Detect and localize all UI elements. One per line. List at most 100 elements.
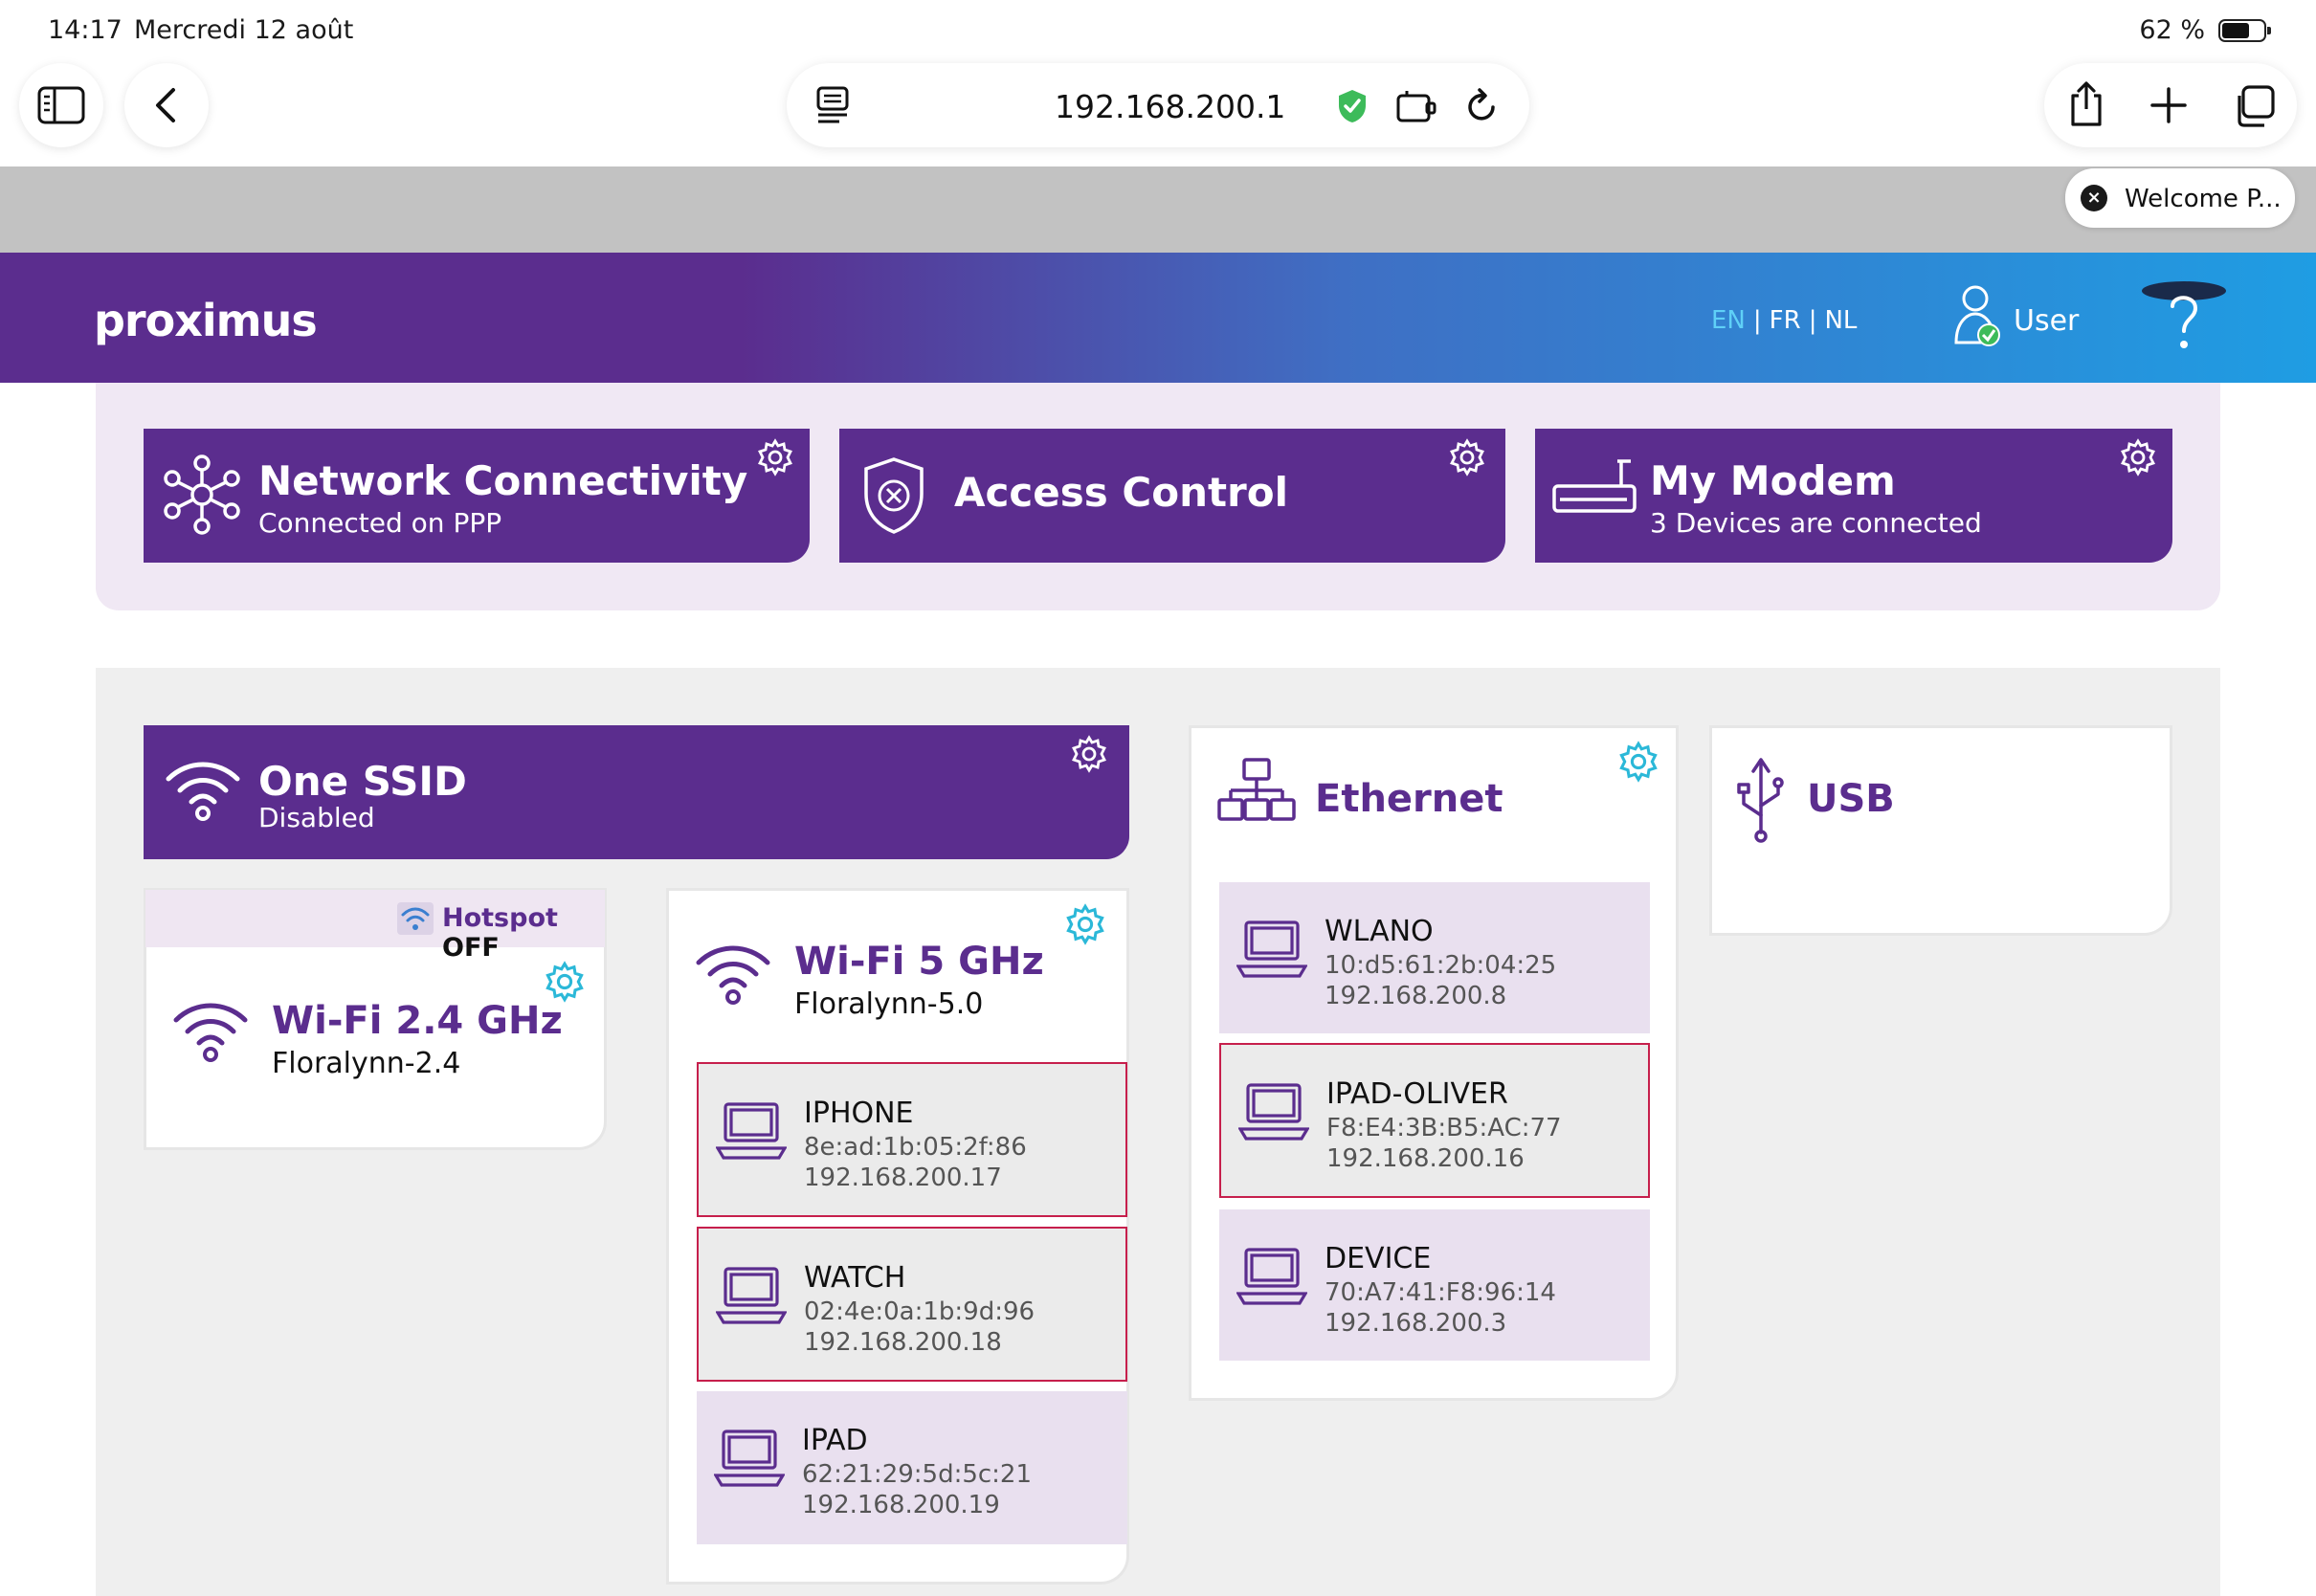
device-mac: 70:A7:41:F8:96:14 <box>1325 1278 1556 1307</box>
back-button[interactable] <box>124 63 209 147</box>
url-text: 192.168.200.1 <box>1055 88 1286 125</box>
device-name: IPHONE <box>804 1097 914 1130</box>
lang-en-link[interactable]: EN <box>1711 306 1746 335</box>
ethernet-title: Ethernet <box>1315 777 1503 821</box>
site-header: proximus EN | FR | NL User <box>0 253 2316 383</box>
device-mac: F8:E4:3B:B5:AC:77 <box>1326 1114 1562 1142</box>
wifi-24-ssid: Floralynn-2.4 <box>272 1047 461 1080</box>
modem-icon <box>1552 459 1637 513</box>
laptop-icon <box>714 1430 785 1487</box>
wifi5-settings-gear-icon[interactable] <box>1064 903 1106 945</box>
device-ip: 192.168.200.3 <box>1325 1309 1507 1338</box>
one-ssid-title: One SSID <box>258 758 467 805</box>
network-settings-gear-icon[interactable] <box>756 438 794 477</box>
battery-icon <box>2218 19 2271 42</box>
browser-tab[interactable]: × Welcome P... <box>2065 168 2295 228</box>
laptop-icon <box>1236 920 1307 978</box>
device-name: IPAD-OLIVER <box>1326 1077 1508 1111</box>
reader-icon <box>816 86 849 123</box>
device-row[interactable]: WLANO 10:d5:61:2b:04:25 192.168.200.8 <box>1219 882 1650 1033</box>
hotspot-icon <box>397 902 434 935</box>
browser-toolbar: 192.168.200.1 <box>0 55 2316 166</box>
wifi24-settings-gear-icon[interactable] <box>544 961 586 1003</box>
chevron-left-icon <box>156 88 175 122</box>
wifi-24-icon <box>173 1003 248 1062</box>
shield-check-icon <box>1339 90 1366 122</box>
access-control-tile[interactable]: Access Control <box>839 429 1505 563</box>
sidebar-icon <box>37 86 85 124</box>
proximus-logo[interactable]: proximus <box>94 295 318 346</box>
new-tab-icon[interactable] <box>2149 86 2188 124</box>
network-nodes-icon <box>164 454 240 535</box>
modem-tile-subtitle: 3 Devices are connected <box>1650 507 1982 539</box>
wifi-5-ssid: Floralynn-5.0 <box>794 987 984 1021</box>
laptop-icon <box>716 1102 787 1160</box>
hotspot-strip[interactable]: Hotspot OFF <box>145 890 605 963</box>
status-time: 14:17 <box>48 15 122 45</box>
device-mac: 62:21:29:5d:5c:21 <box>802 1460 1033 1489</box>
hotspot-state: OFF <box>442 933 500 963</box>
device-row[interactable]: DEVICE 70:A7:41:F8:96:14 192.168.200.3 <box>1219 1209 1650 1361</box>
language-switch: EN | FR | NL <box>1711 306 1858 335</box>
tab-strip <box>0 166 2316 253</box>
device-row[interactable]: IPHONE 8e:ad:1b:05:2f:86 192.168.200.17 <box>697 1062 1127 1217</box>
share-icon[interactable] <box>2067 80 2105 128</box>
lang-fr-link[interactable]: FR <box>1770 306 1801 335</box>
device-ip: 192.168.200.16 <box>1326 1144 1525 1173</box>
laptop-icon <box>1236 1248 1307 1305</box>
device-name: DEVICE <box>1325 1242 1432 1275</box>
network-connectivity-tile[interactable]: Network Connectivity Connected on PPP <box>144 429 810 563</box>
device-mac: 02:4e:0a:1b:9d:96 <box>804 1297 1036 1326</box>
wifi-5-title: Wi-Fi 5 GHz <box>794 940 1044 984</box>
my-modem-tile[interactable]: My Modem 3 Devices are connected <box>1535 429 2172 563</box>
user-icon[interactable] <box>1952 283 2002 348</box>
battery-percent: 62 % <box>2139 15 2205 45</box>
reload-icon[interactable] <box>1464 88 1499 124</box>
device-name: WLANO <box>1325 915 1434 948</box>
address-bar[interactable]: 192.168.200.1 <box>787 63 1529 147</box>
device-row[interactable]: WATCH 02:4e:0a:1b:9d:96 192.168.200.18 <box>697 1227 1127 1382</box>
wifi-5-icon <box>696 945 770 1005</box>
ethernet-settings-gear-icon[interactable] <box>1617 741 1659 783</box>
user-label[interactable]: User <box>2014 304 2079 338</box>
ethernet-network-icon <box>1217 758 1296 821</box>
shield-x-icon <box>864 457 924 534</box>
lang-nl-link[interactable]: NL <box>1824 306 1857 335</box>
extension-icon[interactable] <box>1395 88 1437 124</box>
help-question-icon[interactable] <box>2140 277 2228 358</box>
device-name: IPAD <box>802 1424 868 1457</box>
device-ip: 192.168.200.8 <box>1325 982 1507 1010</box>
device-row[interactable]: IPAD 62:21:29:5d:5c:21 192.168.200.19 <box>697 1391 1127 1544</box>
device-name: WATCH <box>804 1261 906 1295</box>
device-mac: 10:d5:61:2b:04:25 <box>1325 951 1557 980</box>
close-tab-icon[interactable]: × <box>2081 185 2107 211</box>
one-ssid-status: Disabled <box>258 802 375 833</box>
network-tile-subtitle: Connected on PPP <box>258 507 502 539</box>
device-ip: 192.168.200.18 <box>804 1328 1002 1357</box>
modem-tile-title: My Modem <box>1650 457 1896 504</box>
device-ip: 192.168.200.19 <box>802 1491 1000 1519</box>
sidebar-toggle-button[interactable] <box>19 63 103 147</box>
status-bar: 14:17 Mercredi 12 août 62 % <box>0 0 2316 55</box>
device-mac: 8e:ad:1b:05:2f:86 <box>804 1133 1027 1162</box>
access-settings-gear-icon[interactable] <box>1448 438 1486 477</box>
tab-title: Welcome P... <box>2125 185 2282 213</box>
tabs-overview-icon[interactable] <box>2232 84 2276 128</box>
usb-title: USB <box>1807 777 1895 821</box>
one-ssid-settings-gear-icon[interactable] <box>1070 735 1108 773</box>
wifi-icon <box>166 762 240 821</box>
laptop-icon <box>716 1267 787 1324</box>
usb-icon <box>1737 758 1784 843</box>
status-date: Mercredi 12 août <box>134 15 354 45</box>
wifi-24-title: Wi-Fi 2.4 GHz <box>272 999 563 1043</box>
network-tile-title: Network Connectivity <box>258 457 748 504</box>
quick-tiles-panel: Network Connectivity Connected on PPP Ac… <box>96 383 2220 610</box>
device-row[interactable]: IPAD-OLIVER F8:E4:3B:B5:AC:77 192.168.20… <box>1219 1043 1650 1198</box>
modem-settings-gear-icon[interactable] <box>2119 438 2157 477</box>
access-tile-title: Access Control <box>954 469 1289 516</box>
toolbar-right-group <box>2044 63 2297 147</box>
device-ip: 192.168.200.17 <box>804 1164 1002 1192</box>
laptop-icon <box>1238 1083 1309 1141</box>
hotspot-label: Hotspot <box>442 903 558 933</box>
one-ssid-bar[interactable]: One SSID Disabled <box>144 725 1129 859</box>
